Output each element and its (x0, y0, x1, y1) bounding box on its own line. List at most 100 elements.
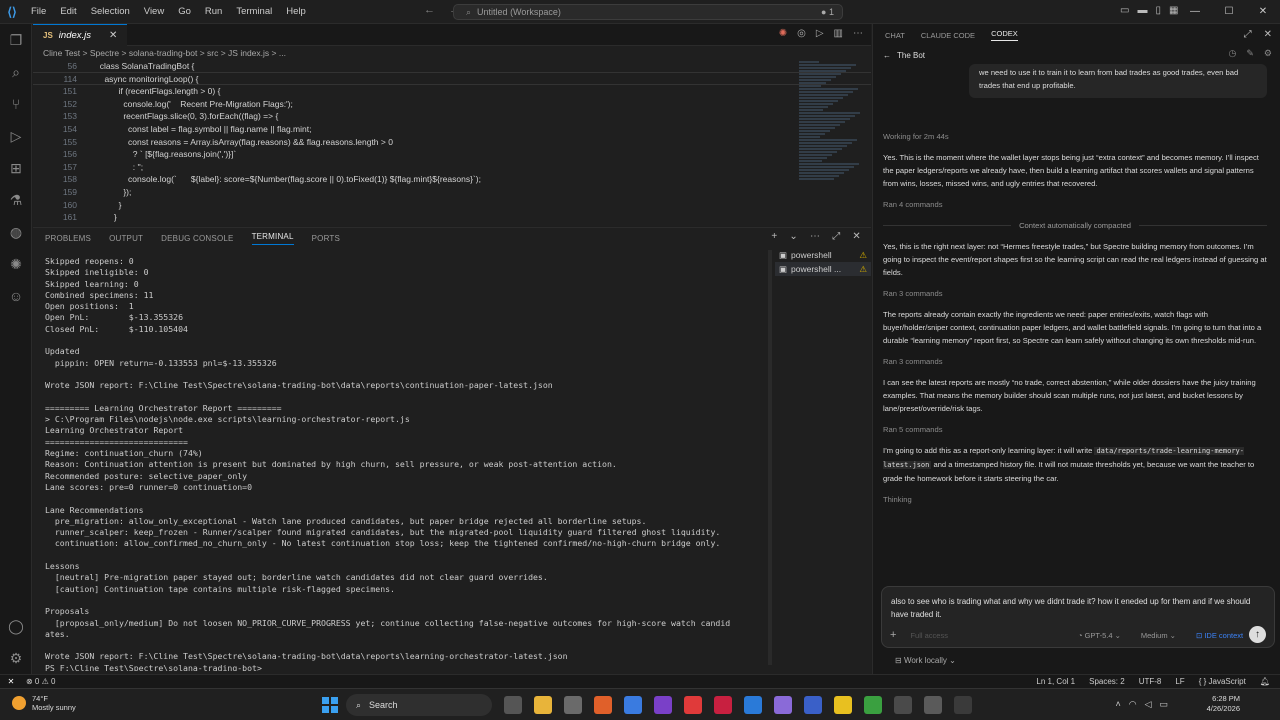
cursor-position[interactable]: Ln 1, Col 1 (1036, 675, 1075, 689)
settings-gear-icon[interactable]: ⚙ (0, 642, 32, 674)
model-selector[interactable]: ◔ GPT-5.4 ⌄ (1078, 631, 1121, 640)
tab-codex[interactable]: CODEX (991, 29, 1018, 41)
tab-index-js[interactable]: JS index.js ✕ (33, 24, 128, 46)
toggle-secondary-sidebar-icon[interactable]: ▯ (1155, 5, 1161, 16)
new-thread-icon[interactable]: ✎ (1246, 48, 1254, 59)
run-icon[interactable]: ▷ (816, 28, 824, 39)
menu-run[interactable]: Run (198, 0, 229, 24)
work-locally-dropdown[interactable]: ⊟ Work locally ⌄ (895, 656, 956, 665)
changes-indicator[interactable]: ● 1 (821, 5, 834, 19)
ran-commands-toggle[interactable]: Ran 5 commands (883, 423, 1267, 436)
vscode-taskbar-icon[interactable] (744, 696, 762, 714)
end-of-line[interactable]: LF (1175, 675, 1184, 689)
app-icon[interactable] (564, 696, 582, 714)
source-control-icon[interactable]: ⑂ (0, 88, 32, 120)
maximize-icon[interactable]: ⤢ (1244, 29, 1252, 40)
toggle-panel-icon[interactable]: ▬ (1137, 5, 1147, 16)
volume-icon[interactable]: ◁ (1145, 699, 1152, 710)
terminal-item-powershell-active[interactable]: ▣ powershell ... ⚠ (775, 262, 871, 276)
tab-debug-console[interactable]: DEBUG CONSOLE (161, 234, 233, 243)
add-attachment-icon[interactable]: + (890, 629, 896, 641)
tab-output[interactable]: OUTPUT (109, 234, 143, 243)
run-debug-icon[interactable]: ▷ (0, 120, 32, 152)
back-arrow-icon[interactable]: ← (883, 51, 891, 60)
menu-file[interactable]: File (24, 0, 53, 24)
reasoning-effort-selector[interactable]: Medium ⌄ (1141, 631, 1176, 640)
menu-selection[interactable]: Selection (84, 0, 137, 24)
app-icon[interactable] (954, 696, 972, 714)
windows-start-icon[interactable] (322, 697, 338, 713)
search-icon[interactable]: ⌕ (0, 56, 32, 88)
code-editor[interactable]: 56 class SolanaTradingBot { 114 async mo… (33, 60, 871, 224)
terminal-dropdown-icon[interactable]: ⌄ (789, 231, 798, 242)
tab-problems[interactable]: PROBLEMS (45, 234, 91, 243)
app-icon[interactable] (624, 696, 642, 714)
terminal-item-powershell[interactable]: ▣ powershell ⚠ (775, 248, 871, 262)
clock[interactable]: 6:28 PM 4/26/2026 (1207, 694, 1240, 714)
customize-layout-icon[interactable]: ▦ (1169, 5, 1178, 16)
close-icon[interactable]: ✕ (1264, 29, 1272, 40)
split-editor-icon[interactable]: ▥ (834, 28, 843, 39)
close-tab-icon[interactable]: ✕ (109, 30, 117, 41)
settings-gear-icon[interactable]: ⚙ (1264, 48, 1272, 59)
toggle-primary-sidebar-icon[interactable]: ▭ (1120, 5, 1129, 16)
command-center[interactable]: ⌕ Untitled (Workspace) ● 1 (453, 4, 843, 20)
tab-claude-code[interactable]: CLAUDE CODE (921, 31, 975, 40)
composer-input[interactable]: also to see who is trading what and why … (891, 595, 1261, 621)
access-mode-dropdown[interactable]: Full access (910, 631, 948, 640)
language-mode[interactable]: { } JavaScript (1199, 675, 1246, 689)
more-actions-icon[interactable]: ⋯ (853, 28, 863, 39)
tab-terminal[interactable]: TERMINAL (251, 232, 294, 245)
tab-ports[interactable]: PORTS (312, 234, 340, 243)
app-icon[interactable] (834, 696, 852, 714)
explorer-icon[interactable]: ❐ (0, 24, 32, 56)
problems-count[interactable]: ⊗ 0 ⚠ 0 (26, 677, 55, 686)
app-icon[interactable] (654, 696, 672, 714)
notifications-bell-icon[interactable]: 🔔︎ (1260, 675, 1270, 689)
tab-chat[interactable]: CHAT (885, 31, 905, 40)
file-explorer-icon[interactable] (534, 696, 552, 714)
maximize-panel-icon[interactable]: ⤢ (832, 231, 840, 242)
breadcrumb[interactable]: Cline Test > Spectre > solana-trading-bo… (33, 46, 871, 60)
terminal-output[interactable]: Skipped reopens: 0 Skipped ineligible: 0S… (45, 256, 775, 671)
app-icon[interactable] (804, 696, 822, 714)
send-button[interactable]: ↑ (1249, 626, 1266, 643)
menu-help[interactable]: Help (279, 0, 313, 24)
menu-view[interactable]: View (137, 0, 171, 24)
indentation[interactable]: Spaces: 2 (1089, 675, 1125, 689)
extension-status-icon[interactable]: ✺ (779, 28, 787, 39)
new-terminal-icon[interactable]: + (771, 231, 777, 242)
app-icon[interactable] (714, 696, 732, 714)
ai-assistant-icon[interactable]: ✺ (0, 248, 32, 280)
maximize-icon[interactable]: ☐ (1212, 0, 1246, 24)
weather-widget[interactable]: 74°F Mostly sunny (12, 694, 76, 712)
menu-go[interactable]: Go (171, 0, 198, 24)
terminal-scrollbar[interactable] (768, 250, 772, 665)
remote-icon[interactable]: ◍ (0, 216, 32, 248)
minimap[interactable] (799, 60, 861, 220)
close-panel-icon[interactable]: ✕ (852, 231, 861, 242)
ran-commands-toggle[interactable]: Ran 3 commands (883, 355, 1267, 368)
history-icon[interactable]: ◷ (1229, 48, 1237, 59)
encoding[interactable]: UTF-8 (1139, 675, 1162, 689)
menu-edit[interactable]: Edit (53, 0, 83, 24)
chrome-icon[interactable] (864, 696, 882, 714)
minimize-icon[interactable]: — (1178, 0, 1212, 24)
app-icon[interactable] (684, 696, 702, 714)
app-icon[interactable] (774, 696, 792, 714)
taskbar-search[interactable]: ⌕ Search (346, 694, 492, 716)
close-window-icon[interactable]: ✕ (1246, 0, 1280, 24)
wifi-icon[interactable]: ◠ (1129, 699, 1137, 710)
copilot-icon[interactable]: ◎ (797, 28, 806, 39)
chevron-up-icon[interactable]: ˄ (1115, 699, 1120, 710)
app-icon[interactable] (894, 696, 912, 714)
task-view-icon[interactable] (504, 696, 522, 714)
ide-context-toggle[interactable]: ⊡ IDE context (1196, 631, 1243, 640)
account-icon[interactable]: ◯ (0, 610, 32, 642)
brave-browser-icon[interactable] (594, 696, 612, 714)
ran-commands-toggle[interactable]: Ran 4 commands (883, 198, 1267, 211)
app-icon[interactable] (924, 696, 942, 714)
back-arrow-icon[interactable]: ← (424, 4, 435, 16)
extensions-icon[interactable]: ⊞ (0, 152, 32, 184)
ran-commands-toggle[interactable]: Ran 3 commands (883, 287, 1267, 300)
